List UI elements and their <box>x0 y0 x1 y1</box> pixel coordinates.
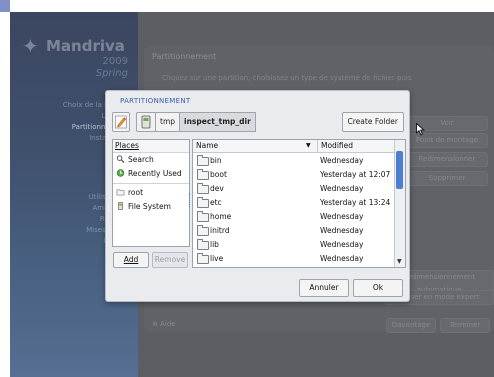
mandriva-logo: ✦ Mandriva <box>22 34 134 58</box>
dialog-title: PARTITIONNEMENT <box>120 97 191 105</box>
file-chooser-dialog: PARTITIONNEMENT tmp inspect_tmp_dir Crea… <box>105 90 410 302</box>
folder-icon <box>116 189 125 196</box>
file-modified: Wednesday <box>320 212 364 221</box>
file-name: initrd <box>210 226 230 235</box>
file-name: boot <box>210 170 227 179</box>
column-name[interactable]: Name <box>196 140 218 152</box>
create-folder-button[interactable]: Create Folder <box>341 112 404 132</box>
remove-bookmark-button[interactable]: Remove <box>152 252 188 268</box>
type-location-button[interactable] <box>112 112 130 132</box>
place-recently-used[interactable]: Recently Used <box>113 167 189 181</box>
place-search-label: Search <box>128 155 154 164</box>
places-header[interactable]: Places <box>113 140 189 153</box>
file-name: live <box>210 254 224 263</box>
star-logo-icon: ✦ <box>22 34 39 58</box>
add-label: Add <box>123 255 139 264</box>
file-row[interactable]: home Wednesday <box>193 210 394 224</box>
file-modified: Wednesday <box>320 226 364 235</box>
file-modified: Wednesday <box>320 240 364 249</box>
folder-icon <box>197 225 209 236</box>
file-name: etc <box>210 198 222 207</box>
file-row[interactable]: initrd Wednesday <box>193 224 394 238</box>
folder-icon <box>197 169 209 180</box>
file-modified: Wednesday <box>320 254 364 263</box>
place-recent-label: Recently Used <box>128 169 182 178</box>
pencil-icon <box>115 115 127 129</box>
file-row[interactable]: boot Yesterday at 12:07 <box>193 168 394 182</box>
edition-name: Spring <box>95 68 128 79</box>
brand-name: Mandriva <box>46 37 125 55</box>
page-title: Partitionnement <box>152 52 217 61</box>
file-list-header: Name ▼ Modified <box>193 140 394 153</box>
advanced-button[interactable]: Davantage <box>386 318 436 333</box>
file-modified: Yesterday at 12:07 <box>320 170 391 179</box>
create-folder-label: Create Folder <box>347 117 398 126</box>
drive-icon <box>117 202 124 210</box>
file-modified: Wednesday <box>320 156 364 165</box>
delete-button[interactable]: Supprimer <box>406 171 488 186</box>
file-modified: Wednesday <box>320 184 364 193</box>
help-button[interactable]: ⊕ Aide <box>152 318 192 331</box>
cancel-button[interactable]: Annuler <box>299 279 349 297</box>
file-name: bin <box>210 156 222 165</box>
file-name: dev <box>210 184 224 193</box>
column-modified[interactable]: Modified <box>317 140 353 152</box>
file-list: Name ▼ Modified bin Wednesday boot Yeste… <box>192 139 406 268</box>
edition-year: 2009 <box>102 56 128 67</box>
ok-button[interactable]: Ok <box>353 279 403 297</box>
file-row[interactable]: bin Wednesday <box>193 154 394 168</box>
file-list-scrollbar[interactable]: ▼ <box>394 140 405 267</box>
folder-icon <box>197 239 209 250</box>
place-search[interactable]: Search <box>113 153 189 167</box>
top-edge-strip <box>0 0 10 12</box>
file-row[interactable]: dev Wednesday <box>193 182 394 196</box>
place-root[interactable]: root <box>113 186 189 200</box>
mouse-pointer-icon <box>416 123 425 136</box>
finish-button[interactable]: Terminer <box>440 318 490 333</box>
path-segment-tmp[interactable]: tmp <box>155 112 181 132</box>
page-instructions: Cliquez sur une partition, choisissez un… <box>162 74 412 82</box>
recent-icon <box>116 169 125 177</box>
file-row[interactable]: etc Yesterday at 13:24 <box>193 196 394 210</box>
scroll-down-icon[interactable]: ▼ <box>397 258 402 265</box>
place-file-system[interactable]: File System <box>113 200 189 214</box>
remove-label: Remove <box>154 255 186 264</box>
path-scroll-left-button[interactable] <box>136 112 156 132</box>
file-row[interactable]: lib Wednesday <box>193 238 394 252</box>
file-row[interactable]: live Wednesday <box>193 252 394 266</box>
path-segment-current[interactable]: inspect_tmp_dir <box>179 112 256 132</box>
search-icon <box>116 155 125 163</box>
place-root-label: root <box>128 188 144 197</box>
places-panel: Places Search Recently Used root File Sy… <box>112 139 190 247</box>
file-name: home <box>210 212 232 221</box>
help-icon: ⊕ <box>152 320 161 328</box>
folder-icon <box>197 155 209 166</box>
ok-label: Ok <box>372 283 384 292</box>
add-bookmark-button[interactable]: Add <box>113 252 149 268</box>
file-name: lib <box>210 240 219 249</box>
scrollbar-thumb[interactable] <box>396 151 403 189</box>
folder-icon <box>197 253 209 264</box>
file-modified: Yesterday at 13:24 <box>320 198 391 207</box>
places-header-label: Places <box>115 141 139 150</box>
resize-button[interactable]: Redimensionner <box>406 152 488 167</box>
places-separator <box>113 183 189 184</box>
folder-icon <box>197 183 209 194</box>
folder-icon <box>197 211 209 222</box>
cancel-label: Annuler <box>309 283 339 292</box>
sort-descending-icon: ▼ <box>306 142 311 149</box>
folder-icon <box>197 197 209 208</box>
drive-icon <box>141 115 151 129</box>
place-file-system-label: File System <box>128 202 171 211</box>
help-label: Aide <box>160 320 176 328</box>
edition-label: 2009 Spring <box>96 56 128 80</box>
dialog-toolbar: tmp inspect_tmp_dir Create Folder <box>112 112 404 132</box>
